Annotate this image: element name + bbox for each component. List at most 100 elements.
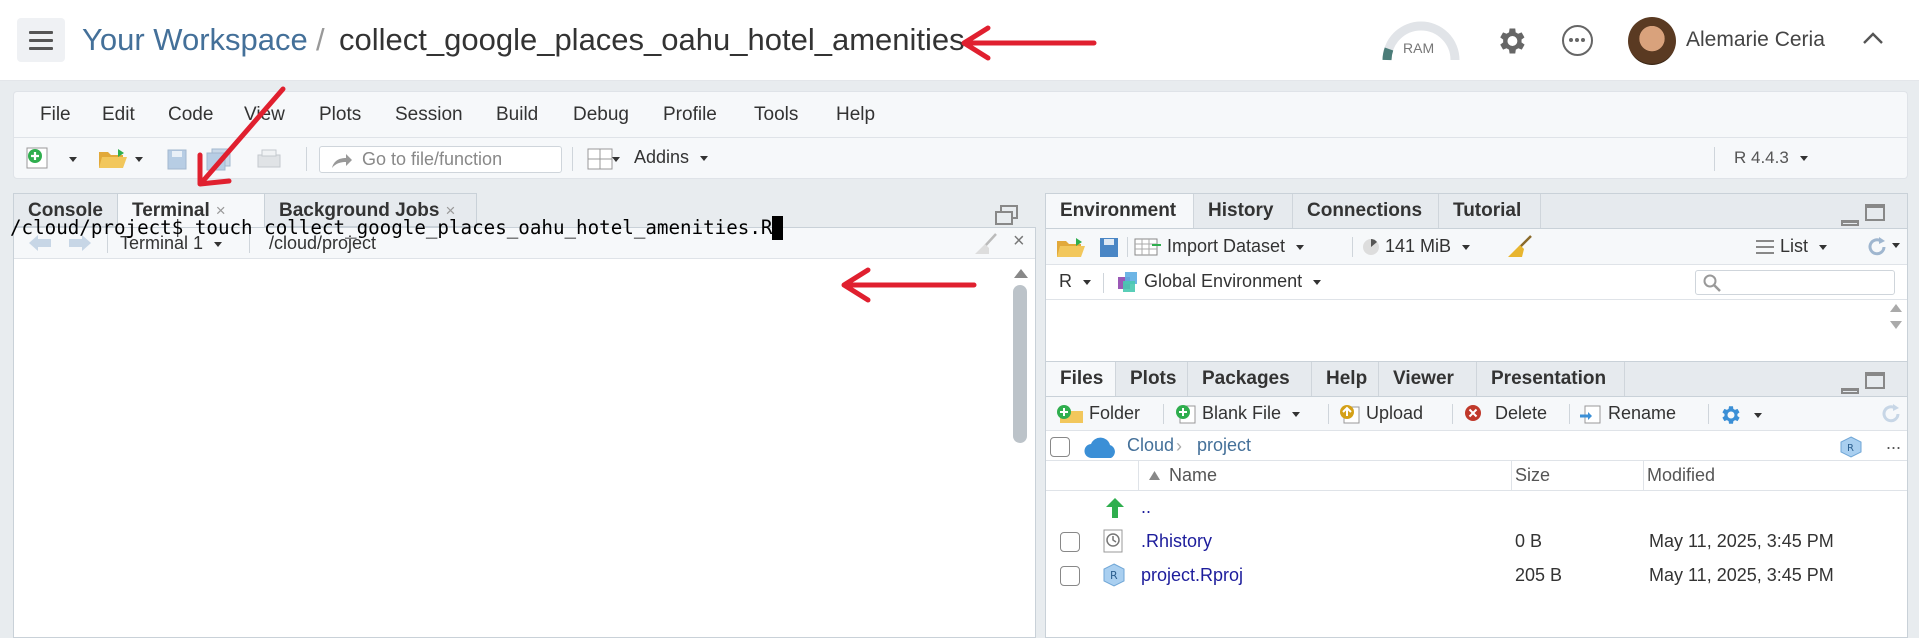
- user-avatar[interactable]: [1628, 17, 1676, 65]
- load-workspace-icon[interactable]: [1056, 236, 1086, 258]
- refresh-files-icon[interactable]: [1880, 403, 1902, 425]
- tab-connections[interactable]: Connections: [1293, 194, 1439, 228]
- hamburger-menu-icon[interactable]: [17, 18, 65, 62]
- menu-view[interactable]: View: [244, 104, 285, 126]
- save-workspace-icon[interactable]: [1099, 237, 1119, 258]
- terminal-output-line: /cloud/project$ touch collect_google_pla…: [10, 216, 784, 240]
- menu-tools[interactable]: Tools: [754, 104, 798, 126]
- terminal-body[interactable]: Terminal 1 /cloud/project ×: [13, 227, 1036, 638]
- clear-workspace-broom-icon[interactable]: [1506, 235, 1532, 259]
- save-icon[interactable]: [167, 149, 187, 170]
- memory-usage-button[interactable]: 141 MiB: [1362, 236, 1471, 257]
- language-selector[interactable]: R: [1059, 271, 1092, 292]
- maximize-pane-icon[interactable]: [1865, 204, 1885, 221]
- new-blank-file-button[interactable]: Blank File: [1175, 403, 1301, 424]
- tab-presentation[interactable]: Presentation: [1477, 362, 1625, 396]
- file-name-link[interactable]: project.Rproj: [1141, 565, 1243, 586]
- menu-profile[interactable]: Profile: [663, 104, 717, 126]
- file-name-link[interactable]: .Rhistory: [1141, 531, 1212, 552]
- cloud-icon: [1084, 437, 1115, 459]
- new-folder-button[interactable]: Folder: [1056, 403, 1140, 424]
- save-all-icon[interactable]: [206, 148, 232, 171]
- refresh-dropdown-icon[interactable]: [1892, 243, 1900, 248]
- clear-terminal-broom-icon[interactable]: [972, 233, 998, 255]
- row-checkbox[interactable]: [1060, 532, 1080, 552]
- select-all-checkbox[interactable]: [1050, 437, 1070, 457]
- tab-help[interactable]: Help: [1312, 362, 1379, 396]
- delete-button[interactable]: Delete: [1464, 403, 1547, 424]
- new-folder-label: Folder: [1089, 403, 1141, 423]
- files-more-options[interactable]: ...: [1886, 433, 1901, 454]
- more-options-icon[interactable]: [1562, 25, 1593, 56]
- breadcrumb-cloud-link[interactable]: Cloud: [1127, 435, 1174, 456]
- upload-button[interactable]: Upload: [1339, 403, 1423, 424]
- menu-debug[interactable]: Debug: [573, 104, 629, 126]
- menu-plots[interactable]: Plots: [319, 104, 361, 126]
- r-version-label: R 4.4.3: [1734, 148, 1789, 167]
- breadcrumb-project-link[interactable]: project: [1197, 435, 1251, 456]
- restore-pane-icon[interactable]: [995, 205, 1019, 225]
- pane-layout-dropdown-icon[interactable]: [612, 157, 620, 162]
- user-name[interactable]: Alemarie Ceria: [1686, 28, 1825, 52]
- column-size-header[interactable]: Size: [1515, 465, 1550, 486]
- pane-layout-icon[interactable]: [587, 148, 613, 170]
- tab-history[interactable]: History: [1194, 194, 1293, 228]
- menu-help[interactable]: Help: [836, 104, 875, 126]
- rename-button[interactable]: Rename: [1579, 403, 1676, 424]
- minimize-pane-icon[interactable]: [1841, 388, 1859, 394]
- menu-build[interactable]: Build: [496, 104, 538, 126]
- menu-edit[interactable]: Edit: [102, 104, 135, 126]
- column-name-header[interactable]: Name: [1169, 465, 1217, 486]
- tab-environment[interactable]: Environment: [1046, 194, 1194, 230]
- chevron-up-icon[interactable]: [1862, 28, 1884, 50]
- close-terminal-icon[interactable]: ×: [1013, 230, 1025, 253]
- sort-ascending-icon[interactable]: [1148, 470, 1161, 481]
- files-more-menu[interactable]: [1718, 403, 1763, 427]
- env-pane-minmax[interactable]: [1841, 204, 1885, 226]
- menu-session[interactable]: Session: [395, 104, 463, 126]
- file-size: 0 B: [1515, 531, 1543, 551]
- environment-search-input[interactable]: [1695, 270, 1895, 295]
- column-modified-header[interactable]: Modified: [1647, 465, 1715, 486]
- table-row[interactable]: ..: [1046, 491, 1907, 525]
- file-name-link[interactable]: ..: [1141, 497, 1151, 518]
- tab-packages[interactable]: Packages: [1188, 362, 1312, 396]
- rename-label: Rename: [1608, 403, 1677, 423]
- tab-viewer[interactable]: Viewer: [1379, 362, 1477, 396]
- open-dropdown-icon[interactable]: [135, 157, 143, 162]
- menu-file[interactable]: File: [40, 104, 71, 126]
- terminal-scrollbar-thumb[interactable]: [1013, 285, 1027, 443]
- go-to-project-icon[interactable]: R: [1839, 436, 1863, 458]
- view-mode-selector[interactable]: List: [1756, 236, 1828, 257]
- table-row[interactable]: .Rhistory 0 B May 11, 2025, 3:45 PM: [1046, 525, 1907, 559]
- new-file-dropdown-icon[interactable]: [69, 157, 77, 162]
- addins-menu[interactable]: Addins: [634, 147, 709, 168]
- files-pane-minmax[interactable]: [1841, 372, 1885, 394]
- env-scroll-up-icon[interactable]: [1889, 302, 1903, 313]
- memory-pie-icon: [1363, 239, 1379, 256]
- breadcrumb-workspace-link[interactable]: Your Workspace: [82, 20, 308, 60]
- environment-toolbar: Import Dataset 141 MiB List: [1046, 229, 1907, 265]
- row-checkbox[interactable]: [1060, 566, 1080, 586]
- menu-code[interactable]: Code: [168, 104, 213, 126]
- new-file-plus-icon[interactable]: [26, 147, 48, 169]
- tab-files[interactable]: Files: [1046, 362, 1116, 398]
- import-dataset-button[interactable]: Import Dataset: [1134, 236, 1305, 257]
- tab-tutorial[interactable]: Tutorial: [1439, 194, 1541, 228]
- env-scroll-down-icon[interactable]: [1889, 320, 1903, 331]
- maximize-pane-icon[interactable]: [1865, 372, 1885, 389]
- refresh-environment-icon[interactable]: [1866, 236, 1888, 258]
- minimize-pane-icon[interactable]: [1841, 220, 1859, 226]
- environment-pane: Environment History Connections Tutorial…: [1045, 193, 1908, 365]
- settings-gear-icon[interactable]: [1494, 24, 1528, 58]
- print-icon[interactable]: [257, 149, 281, 169]
- goto-file-function-input[interactable]: Go to file/function: [319, 146, 562, 173]
- table-row[interactable]: R project.Rproj 205 B May 11, 2025, 3:45…: [1046, 559, 1907, 593]
- r-version-selector[interactable]: R 4.4.3: [1734, 148, 1808, 168]
- new-folder-icon: [1057, 405, 1083, 424]
- breadcrumb-separator: /: [316, 22, 325, 57]
- scroll-up-arrow-icon[interactable]: [1013, 267, 1029, 279]
- tab-plots[interactable]: Plots: [1116, 362, 1188, 396]
- environment-scope-selector[interactable]: Global Environment: [1117, 271, 1322, 293]
- open-folder-icon[interactable]: [98, 147, 128, 171]
